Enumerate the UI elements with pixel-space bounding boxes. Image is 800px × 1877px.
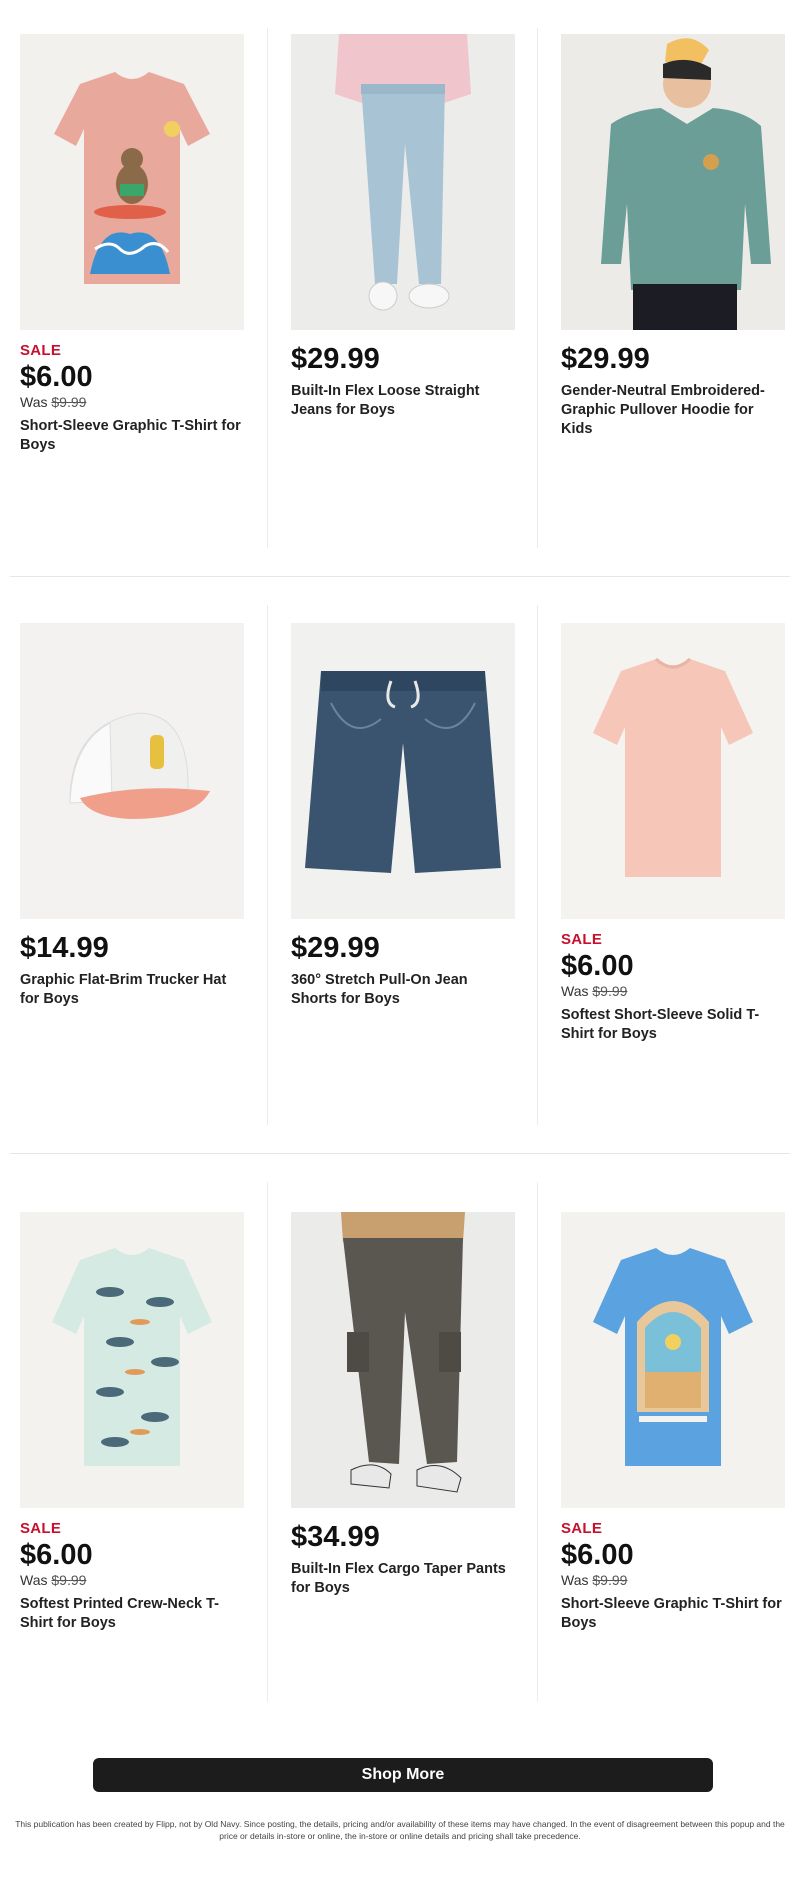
jeans-icon bbox=[291, 34, 515, 330]
product-info: SALE $6.00 Was $9.99 Short-Sleeve Graphi… bbox=[561, 1520, 785, 1633]
was-price: Was $9.99 bbox=[20, 1572, 87, 1588]
product-price: $6.00 bbox=[561, 950, 634, 982]
sale-badge: SALE bbox=[20, 342, 62, 359]
product-card[interactable]: SALE $6.00 Was $9.99 Short-Sleeve Graphi… bbox=[20, 34, 244, 574]
product-name[interactable]: Short-Sleeve Graphic T-Shirt for Boys bbox=[561, 1595, 785, 1633]
column-divider bbox=[537, 1182, 538, 1702]
product-image[interactable] bbox=[20, 623, 244, 919]
product-info: $34.99 Built-In Flex Cargo Taper Pants f… bbox=[291, 1520, 515, 1598]
column-divider bbox=[537, 605, 538, 1125]
product-name[interactable]: 360° Stretch Pull-On Jean Shorts for Boy… bbox=[291, 971, 515, 1009]
sale-badge: SALE bbox=[561, 931, 603, 948]
product-info: $29.99 360° Stretch Pull-On Jean Shorts … bbox=[291, 931, 515, 1009]
shop-more-button[interactable]: Shop More bbox=[93, 1758, 713, 1792]
row-divider bbox=[10, 576, 790, 577]
was-price: Was $9.99 bbox=[561, 983, 628, 999]
product-info: $29.99 Built-In Flex Loose Straight Jean… bbox=[291, 342, 515, 420]
product-name[interactable]: Built-In Flex Loose Straight Jeans for B… bbox=[291, 382, 515, 420]
product-price: $6.00 bbox=[20, 361, 93, 393]
product-card[interactable]: SALE $6.00 Was $9.99 Softest Short-Sleev… bbox=[561, 623, 785, 1163]
product-info: SALE $6.00 Was $9.99 Short-Sleeve Graphi… bbox=[20, 342, 244, 455]
product-price: $29.99 bbox=[561, 343, 650, 375]
sale-badge: SALE bbox=[20, 1520, 62, 1537]
product-price: $29.99 bbox=[291, 932, 380, 964]
product-name[interactable]: Gender-Neutral Embroidered-Graphic Pullo… bbox=[561, 382, 785, 439]
product-price: $29.99 bbox=[291, 343, 380, 375]
product-card[interactable]: SALE $6.00 Was $9.99 Softest Printed Cre… bbox=[20, 1212, 244, 1752]
product-info: $29.99 Gender-Neutral Embroidered-Graphi… bbox=[561, 342, 785, 439]
tshirt-printed-icon bbox=[20, 1212, 244, 1508]
product-name[interactable]: Softest Printed Crew-Neck T-Shirt for Bo… bbox=[20, 1595, 244, 1633]
product-info: SALE $6.00 Was $9.99 Softest Printed Cre… bbox=[20, 1520, 244, 1633]
product-price: $6.00 bbox=[20, 1539, 93, 1571]
product-card[interactable]: $29.99 360° Stretch Pull-On Jean Shorts … bbox=[291, 623, 515, 1163]
cargo-pants-icon bbox=[291, 1212, 515, 1508]
product-card[interactable]: $34.99 Built-In Flex Cargo Taper Pants f… bbox=[291, 1212, 515, 1752]
product-card[interactable]: $29.99 Built-In Flex Loose Straight Jean… bbox=[291, 34, 515, 574]
product-card[interactable]: $29.99 Gender-Neutral Embroidered-Graphi… bbox=[561, 34, 785, 574]
tshirt-bear-surf-icon bbox=[20, 34, 244, 330]
product-name[interactable]: Built-In Flex Cargo Taper Pants for Boys bbox=[291, 1560, 515, 1598]
product-image[interactable] bbox=[561, 623, 785, 919]
trucker-hat-icon bbox=[20, 623, 244, 919]
product-info: $14.99 Graphic Flat-Brim Trucker Hat for… bbox=[20, 931, 244, 1009]
product-info: SALE $6.00 Was $9.99 Softest Short-Sleev… bbox=[561, 931, 785, 1044]
product-image[interactable] bbox=[561, 1212, 785, 1508]
column-divider bbox=[537, 28, 538, 548]
disclaimer-text: This publication has been created by Fli… bbox=[15, 1819, 785, 1841]
column-divider bbox=[267, 28, 268, 548]
column-divider bbox=[267, 1182, 268, 1702]
sale-badge: SALE bbox=[561, 1520, 603, 1537]
product-image[interactable] bbox=[291, 34, 515, 330]
product-name[interactable]: Short-Sleeve Graphic T-Shirt for Boys bbox=[20, 417, 244, 455]
product-price: $6.00 bbox=[561, 1539, 634, 1571]
was-price: Was $9.99 bbox=[561, 1572, 628, 1588]
product-card[interactable]: SALE $6.00 Was $9.99 Short-Sleeve Graphi… bbox=[561, 1212, 785, 1752]
product-image[interactable] bbox=[20, 34, 244, 330]
jean-shorts-icon bbox=[291, 623, 515, 919]
tshirt-blue-graphic-icon bbox=[561, 1212, 785, 1508]
product-price: $14.99 bbox=[20, 932, 109, 964]
product-name[interactable]: Graphic Flat-Brim Trucker Hat for Boys bbox=[20, 971, 244, 1009]
product-price: $34.99 bbox=[291, 1521, 380, 1553]
product-name[interactable]: Softest Short-Sleeve Solid T-Shirt for B… bbox=[561, 1006, 785, 1044]
product-image[interactable] bbox=[561, 34, 785, 330]
was-price: Was $9.99 bbox=[20, 394, 87, 410]
column-divider bbox=[267, 605, 268, 1125]
product-image[interactable] bbox=[291, 623, 515, 919]
product-image[interactable] bbox=[20, 1212, 244, 1508]
tshirt-solid-icon bbox=[561, 623, 785, 919]
product-image[interactable] bbox=[291, 1212, 515, 1508]
hoodie-icon bbox=[561, 34, 785, 330]
product-card[interactable]: $14.99 Graphic Flat-Brim Trucker Hat for… bbox=[20, 623, 244, 1163]
